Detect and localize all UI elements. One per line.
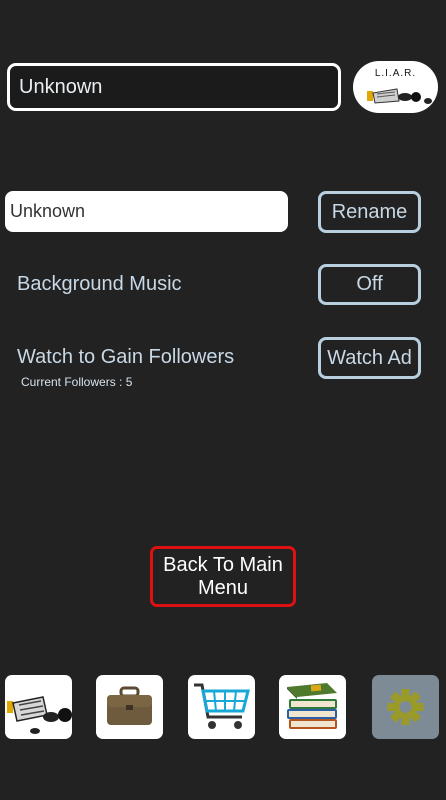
tab-settings[interactable] xyxy=(372,675,439,739)
gear-icon xyxy=(387,689,424,725)
watch-ad-button[interactable]: Watch Ad xyxy=(318,337,421,379)
background-music-label: Background Music xyxy=(17,273,182,295)
newspaper-scene-icon xyxy=(7,696,72,734)
watch-ad-label: Watch to Gain Followers xyxy=(17,346,235,368)
player-name-display: Unknown xyxy=(7,63,341,111)
rename-button[interactable]: Rename xyxy=(318,191,421,233)
current-followers-text: Current Followers : 5 xyxy=(21,375,133,389)
tab-books[interactable] xyxy=(279,675,346,739)
tab-shop[interactable] xyxy=(188,675,255,739)
tab-newspaper[interactable] xyxy=(5,675,72,739)
tab-briefcase[interactable] xyxy=(96,675,163,739)
liar-logo: L.I.A.R. xyxy=(353,61,438,113)
music-toggle-button[interactable]: Off xyxy=(318,264,421,305)
shopping-cart-icon xyxy=(194,683,250,729)
back-to-main-menu-button[interactable]: Back To Main Menu xyxy=(150,546,296,607)
books-icon xyxy=(287,683,337,729)
rename-input[interactable]: Unknown xyxy=(5,191,288,232)
logo-scene-icon xyxy=(367,88,432,104)
briefcase-icon xyxy=(107,686,152,725)
